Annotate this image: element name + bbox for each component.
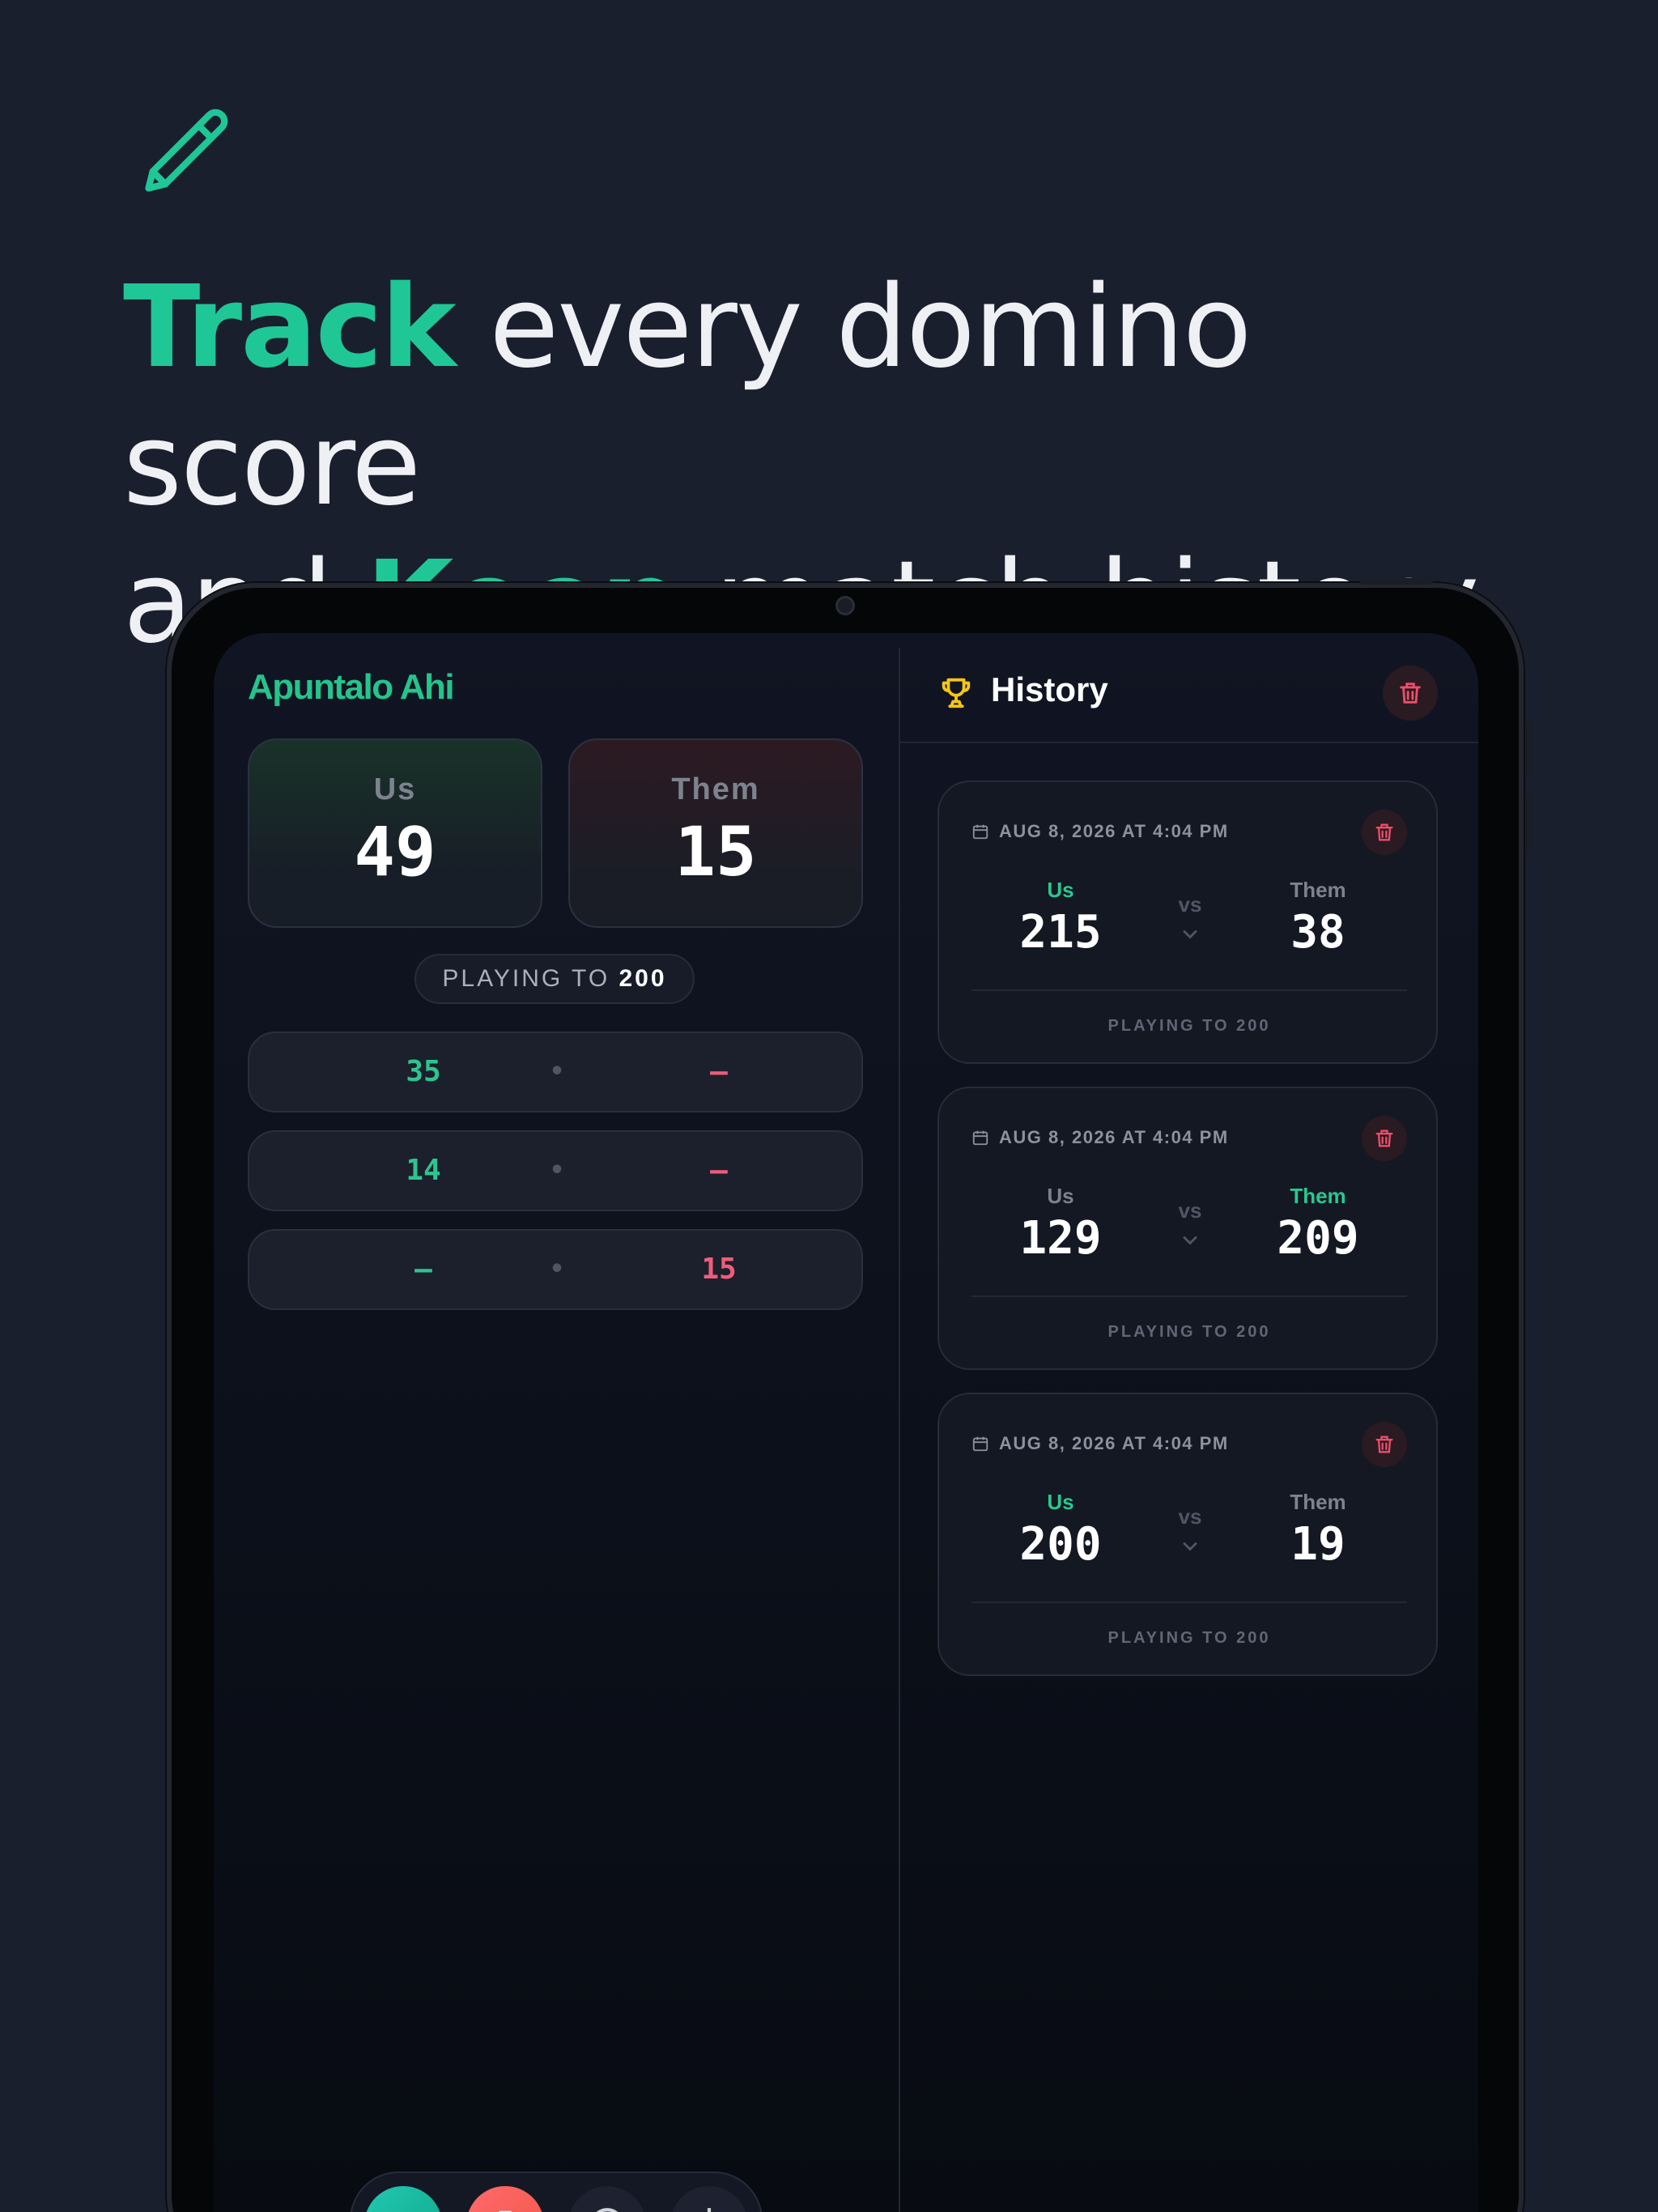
clear-history-button[interactable] <box>1383 666 1438 721</box>
us-final-score: 215 <box>1019 906 1102 959</box>
chat-icon <box>596 2208 619 2212</box>
them-final-score: 38 <box>1290 906 1346 959</box>
us-label: Us <box>1047 878 1074 902</box>
round-row[interactable]: 14 • – <box>248 1130 863 1211</box>
us-final-score: 129 <box>1019 1212 1102 1265</box>
headline-accent-track: Track <box>123 262 457 393</box>
them-label: Them <box>1290 878 1346 902</box>
calendar-icon <box>972 1130 988 1146</box>
add-round-button[interactable]: + <box>364 2186 442 2212</box>
playing-to-label: PLAYING TO <box>442 965 610 992</box>
us-label: Us <box>1047 1184 1074 1208</box>
vs-label: vs <box>1178 1504 1202 1529</box>
match-target: PLAYING TO 200 <box>1107 1629 1271 1647</box>
round-row[interactable]: – • 15 <box>248 1229 863 1310</box>
history-pane: History AUG 8, 2026 AT 4:04 PM Us 215 vs… <box>900 633 1478 2212</box>
chevron-down-icon[interactable] <box>1179 926 1201 942</box>
chat-button[interactable] <box>568 2186 646 2212</box>
card-divider <box>971 989 1407 991</box>
us-label: Us <box>373 772 417 806</box>
chevron-down-icon[interactable] <box>1179 1538 1201 1555</box>
match-target: PLAYING TO 200 <box>1107 1323 1271 1341</box>
chevron-down-icon[interactable] <box>1179 1232 1201 1249</box>
trash-icon <box>1400 683 1421 704</box>
volume-button <box>1525 793 1532 850</box>
card-divider <box>971 1295 1407 1297</box>
us-score: 49 <box>354 812 436 891</box>
match-card[interactable]: AUG 8, 2026 AT 4:04 PM Us 215 vs Them 38… <box>937 781 1438 1064</box>
match-card[interactable]: AUG 8, 2026 AT 4:04 PM Us 200 vs Them 19… <box>937 1393 1438 1676</box>
round-them-points: – <box>710 1055 728 1088</box>
settings-button[interactable] <box>670 2186 748 2212</box>
them-final-score: 209 <box>1277 1212 1359 1265</box>
trophy-icon <box>942 678 971 708</box>
plus-icon: + <box>391 2202 414 2212</box>
scoreboard-pane: Apuntalo Ahi Us 49 Them 15 PLAYING TO 20… <box>214 633 900 2212</box>
trash-icon <box>1375 1129 1393 1147</box>
us-score-card[interactable]: Us 49 <box>248 738 542 928</box>
us-result: Us 215 <box>980 878 1141 959</box>
round-separator: • <box>549 1156 565 1185</box>
match-date: AUG 8, 2026 AT 4:04 PM <box>999 1127 1229 1147</box>
them-result: Them 19 <box>1237 1490 1399 1571</box>
round-us-points: – <box>414 1253 432 1286</box>
them-label: Them <box>1290 1490 1346 1514</box>
round-row[interactable]: 35 • – <box>248 1032 863 1112</box>
them-result: Them 209 <box>1237 1184 1399 1265</box>
them-score: 15 <box>674 812 757 891</box>
trash-icon <box>1375 823 1393 841</box>
volume-button <box>1525 721 1532 777</box>
trash-icon <box>1375 1436 1393 1453</box>
match-target: PLAYING TO 200 <box>1107 1017 1271 1035</box>
reset-button[interactable] <box>466 2186 544 2212</box>
us-result: Us 129 <box>980 1184 1141 1265</box>
delete-match-button[interactable] <box>1362 1116 1407 1161</box>
history-title: History <box>991 670 1108 708</box>
them-final-score: 19 <box>1290 1518 1346 1571</box>
playing-to-value: 200 <box>619 965 667 992</box>
round-them-points: – <box>710 1154 728 1187</box>
them-label: Them <box>671 772 760 806</box>
trash-icon <box>499 2210 512 2212</box>
round-separator: • <box>549 1255 565 1283</box>
round-separator: • <box>549 1057 565 1086</box>
history-header-divider <box>900 742 1478 743</box>
round-us-points: 14 <box>406 1154 441 1187</box>
delete-match-button[interactable] <box>1362 810 1407 855</box>
settings-icon <box>698 2208 721 2212</box>
them-result: Them 38 <box>1237 878 1399 959</box>
match-card[interactable]: AUG 8, 2026 AT 4:04 PM Us 129 vs Them 20… <box>937 1087 1438 1370</box>
front-camera <box>835 596 855 615</box>
round-them-points: 15 <box>701 1253 737 1286</box>
pencil-icon <box>145 108 228 192</box>
playing-to-badge[interactable]: PLAYING TO 200 <box>414 954 695 1004</box>
vs-label: vs <box>1178 892 1202 917</box>
them-label: Them <box>1290 1184 1346 1208</box>
us-result: Us 200 <box>980 1490 1141 1571</box>
match-date: AUG 8, 2026 AT 4:04 PM <box>999 1433 1229 1453</box>
app-title: Apuntalo Ahi <box>248 667 455 707</box>
bottom-action-bar: + <box>350 2172 763 2212</box>
headline-line-1: Track every domino score <box>123 259 1580 534</box>
power-button <box>1360 578 1433 585</box>
card-divider <box>971 1602 1407 1603</box>
calendar-icon <box>972 1436 988 1452</box>
delete-match-button[interactable] <box>1362 1422 1407 1467</box>
vs-label: vs <box>1178 1198 1202 1223</box>
us-final-score: 200 <box>1019 1518 1102 1571</box>
match-date: AUG 8, 2026 AT 4:04 PM <box>999 821 1229 841</box>
round-us-points: 35 <box>406 1055 441 1088</box>
them-score-card[interactable]: Them 15 <box>568 738 863 928</box>
calendar-icon <box>972 824 988 840</box>
app-screen: Apuntalo Ahi Us 49 Them 15 PLAYING TO 20… <box>214 633 1478 2212</box>
us-label: Us <box>1047 1490 1074 1514</box>
